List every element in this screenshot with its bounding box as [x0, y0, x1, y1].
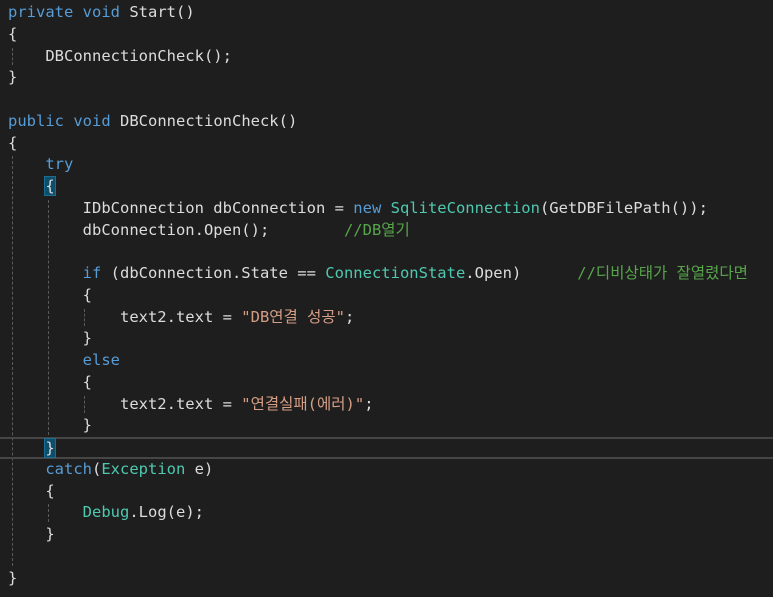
- code-token: (GetDBFilePath());: [539, 198, 708, 217]
- code-token: {: [8, 372, 92, 391]
- code-token: ConnectionState: [325, 264, 466, 282]
- code-token: {: [8, 481, 55, 500]
- code-token: }: [8, 329, 92, 348]
- code-token: (dbConnection.State ==: [101, 264, 326, 282]
- code-token: else: [82, 351, 120, 369]
- code-line[interactable]: }: [0, 415, 773, 437]
- code-token: Debug: [82, 503, 130, 522]
- code-token: if: [82, 264, 102, 282]
- code-line[interactable]: {: [0, 133, 773, 155]
- code-line[interactable]: text2.text = "연결실패(에러)";: [0, 394, 773, 416]
- code-line[interactable]: }: [0, 328, 773, 350]
- code-line[interactable]: {: [0, 285, 773, 307]
- code-token: private: [8, 3, 74, 21]
- code-token: {: [8, 285, 92, 304]
- code-line[interactable]: dbConnection.Open(); //DB열기: [0, 220, 773, 242]
- code-line[interactable]: catch(Exception e): [0, 459, 773, 481]
- code-line[interactable]: if (dbConnection.State == ConnectionStat…: [0, 263, 773, 285]
- text-caret: [54, 440, 56, 457]
- code-token: DBConnectionCheck(): [110, 111, 298, 130]
- code-token: text2.text =: [8, 307, 242, 326]
- code-token: new: [353, 198, 382, 217]
- code-token: Exception: [101, 459, 186, 478]
- code-token: .Log(e);: [129, 503, 204, 522]
- code-token: ;: [364, 394, 374, 413]
- code-token: {: [8, 24, 18, 43]
- code-token: SqliteConnection: [390, 198, 540, 217]
- code-token: }: [8, 525, 55, 543]
- code-line[interactable]: IDbConnection dbConnection = new SqliteC…: [0, 198, 773, 220]
- code-token: {: [8, 133, 18, 152]
- code-token: }: [8, 416, 92, 435]
- code-token: }: [8, 68, 18, 87]
- code-token: (: [92, 459, 102, 478]
- code-line[interactable]: {: [0, 372, 773, 394]
- code-token: void: [73, 111, 111, 130]
- code-token: //디비상태가 잘열렸다면: [577, 264, 748, 282]
- code-line[interactable]: DBConnectionCheck();: [0, 46, 773, 68]
- code-token: text2.text =: [8, 394, 242, 413]
- code-token: ;: [345, 307, 355, 326]
- code-line[interactable]: {: [0, 176, 773, 198]
- code-line[interactable]: {: [0, 481, 773, 503]
- code-token: public: [8, 111, 64, 130]
- code-token: DBConnectionCheck();: [8, 46, 232, 65]
- code-token: }: [8, 568, 18, 587]
- code-line[interactable]: }: [0, 524, 773, 546]
- code-token: }: [44, 438, 56, 458]
- code-editor[interactable]: private void Start(){ DBConnectionCheck(…: [0, 0, 773, 597]
- code-line[interactable]: [0, 241, 773, 263]
- code-token: "연결실패(에러)": [241, 394, 365, 413]
- code-line[interactable]: public void DBConnectionCheck(): [0, 111, 773, 133]
- code-token: "DB연결 성공": [241, 307, 345, 326]
- code-line[interactable]: [0, 546, 773, 568]
- code-token: .Open): [465, 264, 578, 282]
- code-token: //DB열기: [343, 220, 410, 239]
- code-line[interactable]: text2.text = "DB연결 성공";: [0, 307, 773, 329]
- code-token: catch: [45, 459, 92, 478]
- code-line[interactable]: }: [0, 67, 773, 89]
- code-line[interactable]: Debug.Log(e);: [0, 502, 773, 524]
- code-line[interactable]: {: [0, 24, 773, 46]
- code-line[interactable]: [0, 89, 773, 111]
- code-token: {: [44, 176, 56, 196]
- code-token: IDbConnection dbConnection =: [8, 198, 354, 217]
- code-token: e): [185, 459, 214, 478]
- code-line[interactable]: }: [0, 437, 773, 459]
- code-line[interactable]: }: [0, 568, 773, 590]
- code-token: try: [45, 155, 74, 174]
- code-line[interactable]: private void Start(): [0, 2, 773, 24]
- code-line[interactable]: else: [0, 350, 773, 372]
- code-line[interactable]: try: [0, 154, 773, 176]
- code-token: dbConnection.Open();: [8, 220, 344, 239]
- code-token: Start(): [120, 3, 195, 21]
- code-token: void: [82, 3, 120, 21]
